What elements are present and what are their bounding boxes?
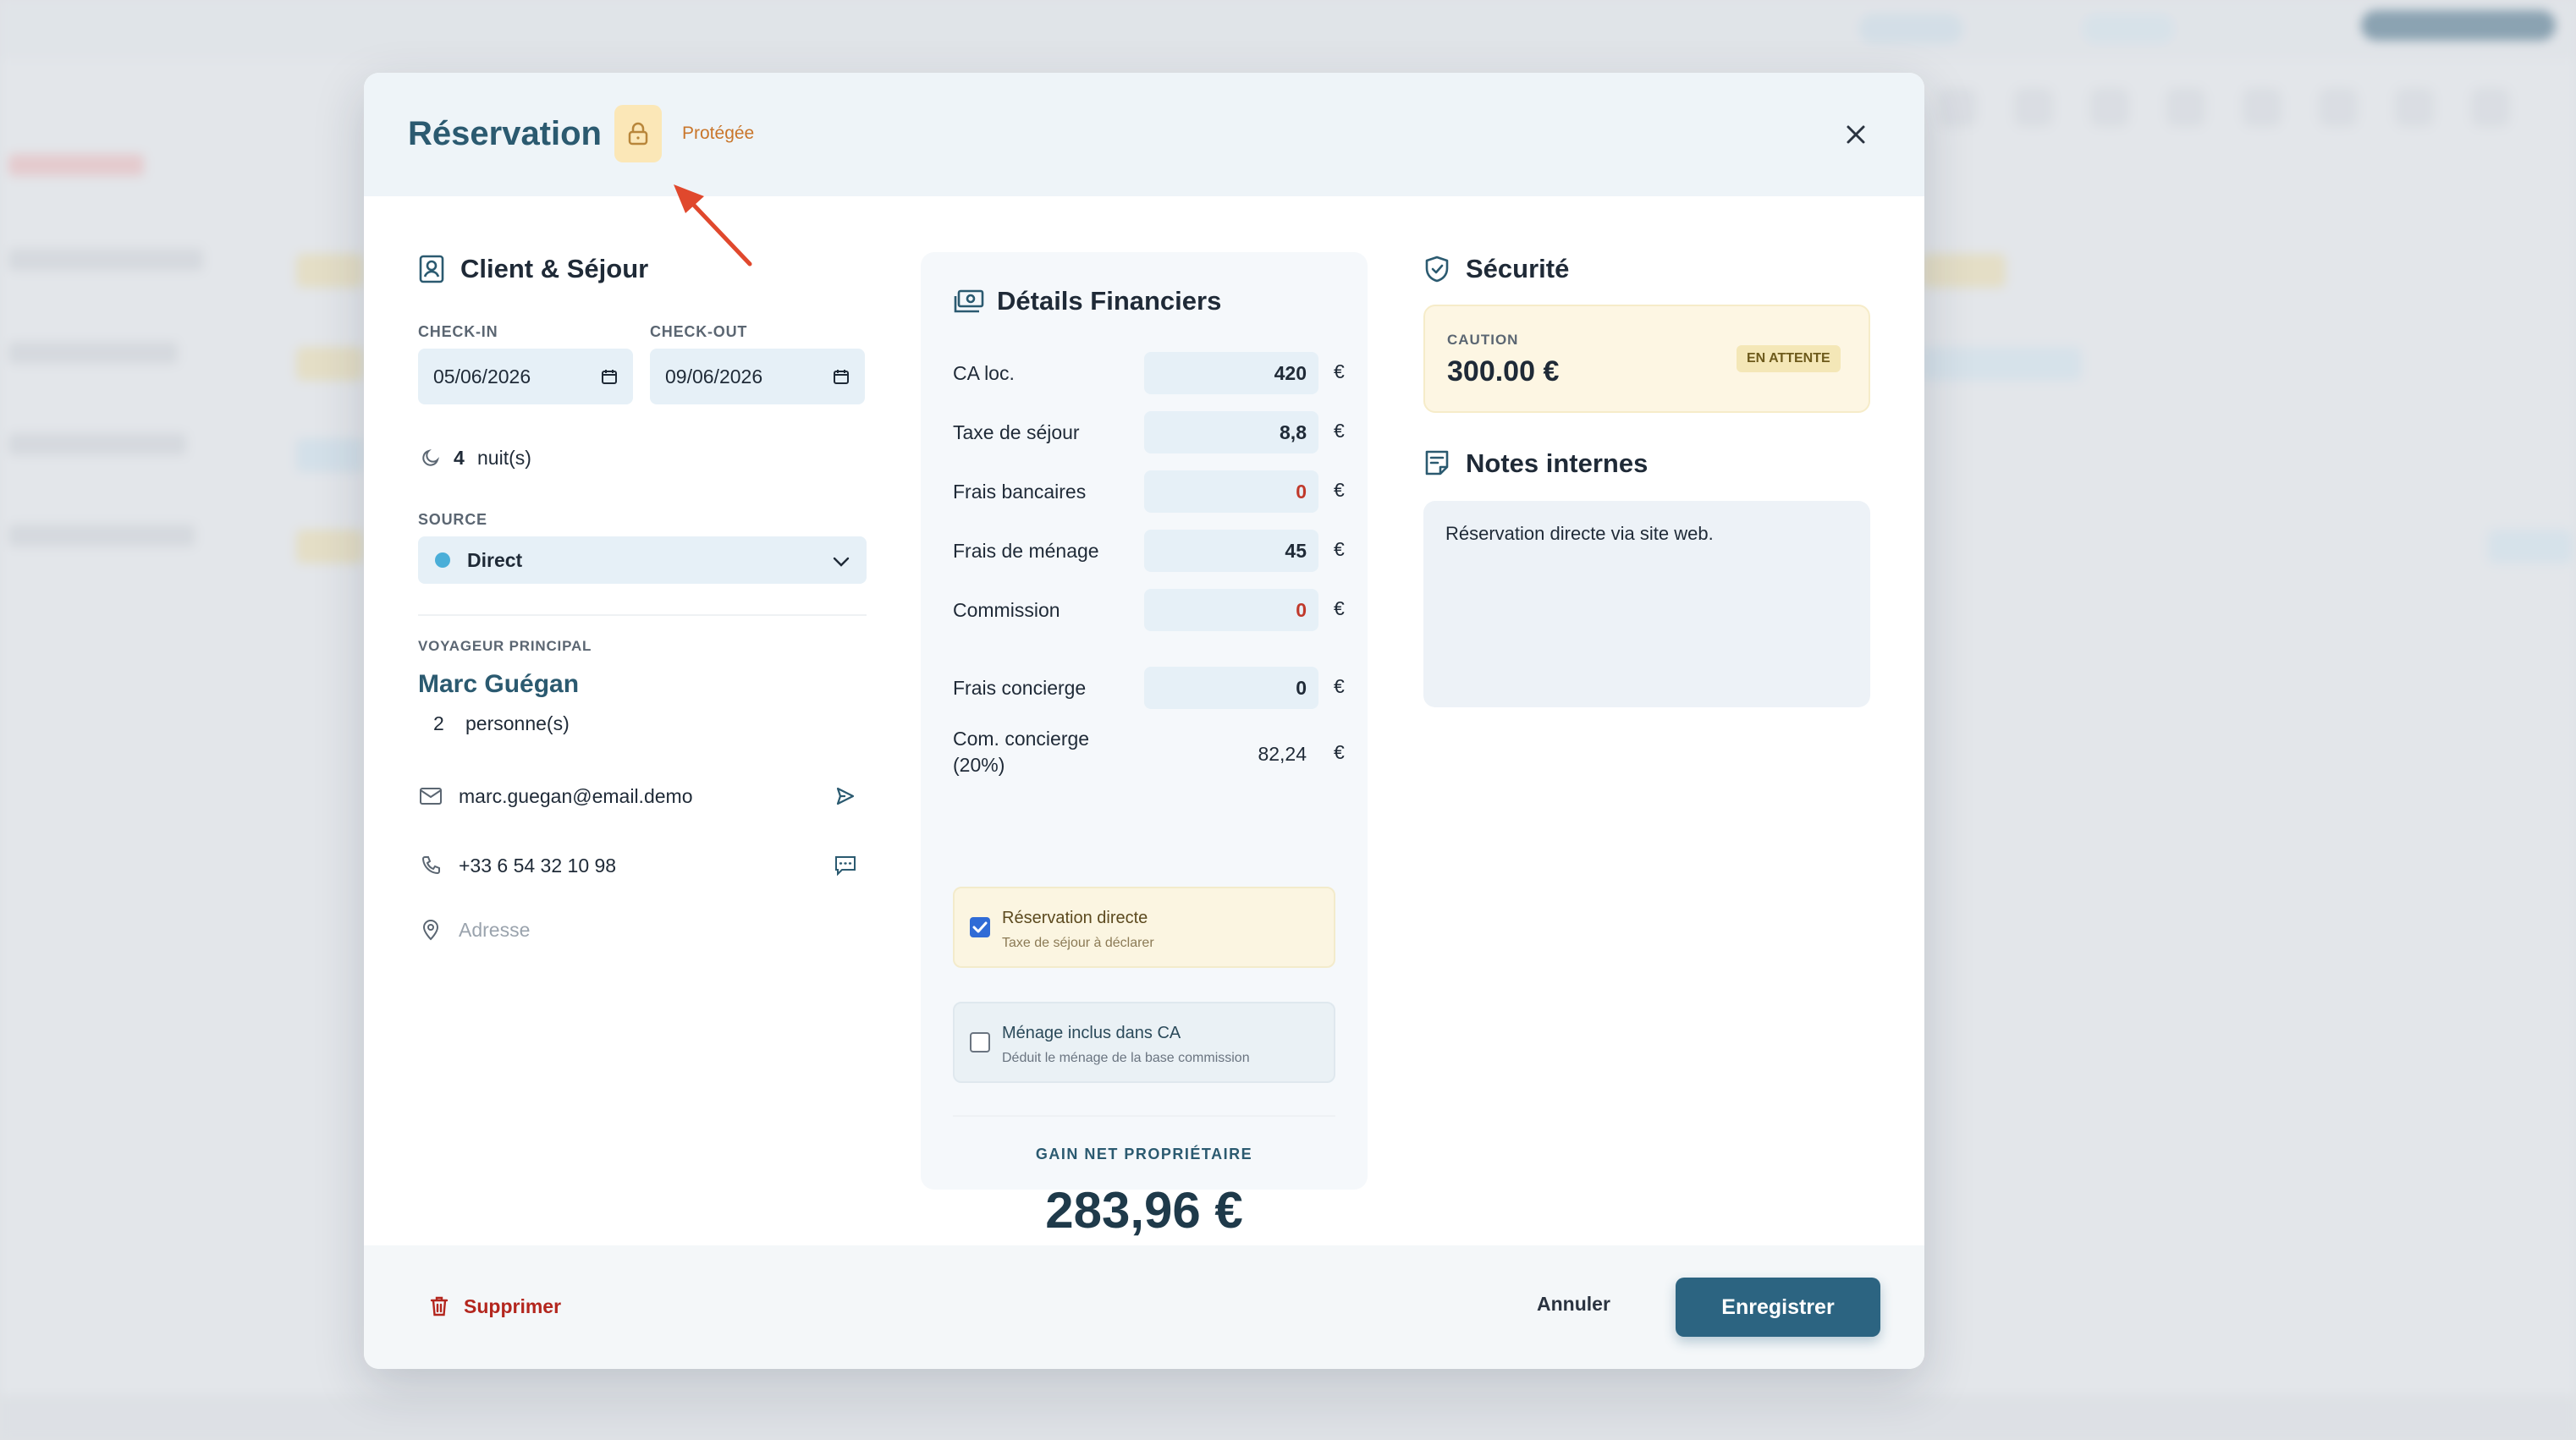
direct-reservation-option[interactable]: Réservation directe Taxe de séjour à déc…: [953, 887, 1335, 968]
moon-icon: [420, 447, 442, 469]
guest-card-icon: [418, 254, 445, 284]
divider: [418, 614, 867, 616]
phone-icon: [418, 853, 443, 878]
notes-icon: [1423, 448, 1450, 477]
financial-panel: Détails Financiers CA loc. 420 € Taxe de…: [921, 252, 1368, 1239]
cleaning-included-option[interactable]: Ménage inclus dans CA Déduit le ménage d…: [953, 1002, 1335, 1083]
checkout-value: 09/06/2026: [665, 365, 763, 387]
delete-button[interactable]: Supprimer: [430, 1283, 561, 1330]
fin-label-tax: Taxe de séjour: [953, 421, 1080, 443]
client-section-title: Client & Séjour: [460, 254, 649, 283]
reservation-modal: Réservation Protégée Client & Séjour CHE…: [364, 73, 1924, 1369]
cleaning-included-subtitle: Déduit le ménage de la base commission: [1002, 1051, 1250, 1065]
address-field[interactable]: Adresse: [459, 919, 530, 942]
trash-icon: [430, 1296, 449, 1316]
send-icon[interactable]: [831, 782, 860, 811]
chevron-down-icon: [833, 549, 850, 572]
source-value: Direct: [467, 548, 523, 571]
cancel-button[interactable]: Annuler: [1537, 1293, 1610, 1316]
direct-reservation-checkbox[interactable]: [970, 917, 990, 937]
fin-label-ca: CA loc.: [953, 362, 1015, 384]
notes-section-title: Notes internes: [1466, 448, 1649, 478]
fin-input-cleaning[interactable]: 45: [1144, 530, 1318, 572]
fin-input-ca[interactable]: 420: [1144, 352, 1318, 394]
cleaning-included-title: Ménage inclus dans CA: [1002, 1024, 1181, 1042]
guest-name: Marc Guégan: [418, 670, 580, 698]
shield-icon: [1423, 254, 1450, 284]
checkin-input[interactable]: 05/06/2026: [418, 349, 633, 404]
modal-footer: Supprimer Annuler Enregistrer: [364, 1245, 1924, 1369]
close-icon: [1847, 125, 1865, 144]
fin-label-commission: Commission: [953, 599, 1060, 621]
persons-label: personne(s): [465, 712, 570, 734]
close-button[interactable]: [1836, 115, 1875, 154]
divider: [953, 1115, 1335, 1117]
checkout-label: CHECK-OUT: [650, 323, 748, 340]
fin-label-concierge-commission: Com. concierge (20%): [953, 728, 1090, 776]
fin-input-concierge-fees[interactable]: 0: [1144, 667, 1318, 709]
checkmark-icon: [972, 921, 988, 933]
currency-symbol: €: [1334, 741, 1345, 763]
nights-label: nuit(s): [477, 447, 531, 469]
persons-count: 2: [433, 712, 444, 734]
currency-symbol: €: [1334, 538, 1345, 560]
net-gain-value: 283,96 €: [1045, 1182, 1243, 1239]
currency-symbol: €: [1334, 360, 1345, 382]
caution-value: 300.00 €: [1447, 355, 1560, 387]
cleaning-included-checkbox[interactable]: [970, 1032, 990, 1053]
protected-label: Protégée: [682, 124, 755, 143]
security-section-title: Sécurité: [1466, 254, 1570, 283]
checkout-input[interactable]: 09/06/2026: [650, 349, 865, 404]
currency-symbol: €: [1334, 420, 1345, 442]
source-label: SOURCE: [418, 511, 487, 528]
currency-symbol: €: [1334, 597, 1345, 619]
nights-count: 4: [454, 447, 465, 469]
calendar-icon[interactable]: [833, 368, 850, 385]
status-badge: EN ATTENTE: [1737, 345, 1841, 372]
modal-title: Réservation: [408, 115, 602, 152]
save-button[interactable]: Enregistrer: [1676, 1278, 1880, 1337]
fin-value-concierge-commission: 82,24: [1258, 742, 1307, 765]
caution-card: CAUTION 300.00 € EN ATTENTE: [1423, 305, 1870, 413]
fin-input-commission[interactable]: 0: [1144, 589, 1318, 631]
message-icon[interactable]: [831, 851, 860, 880]
source-color-dot: [435, 552, 450, 568]
guest-phone[interactable]: +33 6 54 32 10 98: [459, 855, 616, 877]
direct-reservation-title: Réservation directe: [1002, 909, 1148, 927]
checkin-value: 05/06/2026: [433, 365, 531, 387]
financial-section-title: Détails Financiers: [997, 286, 1222, 316]
net-gain-label: GAIN NET PROPRIÉTAIRE: [1035, 1146, 1253, 1162]
currency-symbol: €: [1334, 675, 1345, 697]
fin-input-bank-fees[interactable]: 0: [1144, 470, 1318, 513]
calendar-icon[interactable]: [601, 368, 618, 385]
direct-reservation-subtitle: Taxe de séjour à déclarer: [1002, 936, 1154, 950]
fin-input-tax[interactable]: 8,8: [1144, 411, 1318, 453]
delete-label: Supprimer: [464, 1294, 562, 1317]
lock-icon[interactable]: [614, 105, 662, 162]
money-icon: [953, 288, 985, 315]
location-pin-icon: [418, 917, 443, 943]
checkin-label: CHECK-IN: [418, 323, 498, 340]
fin-label-concierge-fees: Frais concierge: [953, 677, 1087, 699]
fin-label-bank-fees: Frais bancaires: [953, 481, 1087, 503]
fin-label-cleaning: Frais de ménage: [953, 540, 1099, 562]
modal-header: Réservation Protégée: [364, 73, 1924, 196]
source-select[interactable]: Direct: [418, 536, 867, 584]
guest-email[interactable]: marc.guegan@email.demo: [459, 785, 692, 808]
notes-textarea[interactable]: Réservation directe via site web.: [1423, 501, 1870, 707]
caution-label: CAUTION: [1447, 332, 1519, 348]
guest-label: VOYAGEUR PRINCIPAL: [418, 638, 592, 654]
currency-symbol: €: [1334, 479, 1345, 501]
mail-icon: [418, 783, 443, 809]
